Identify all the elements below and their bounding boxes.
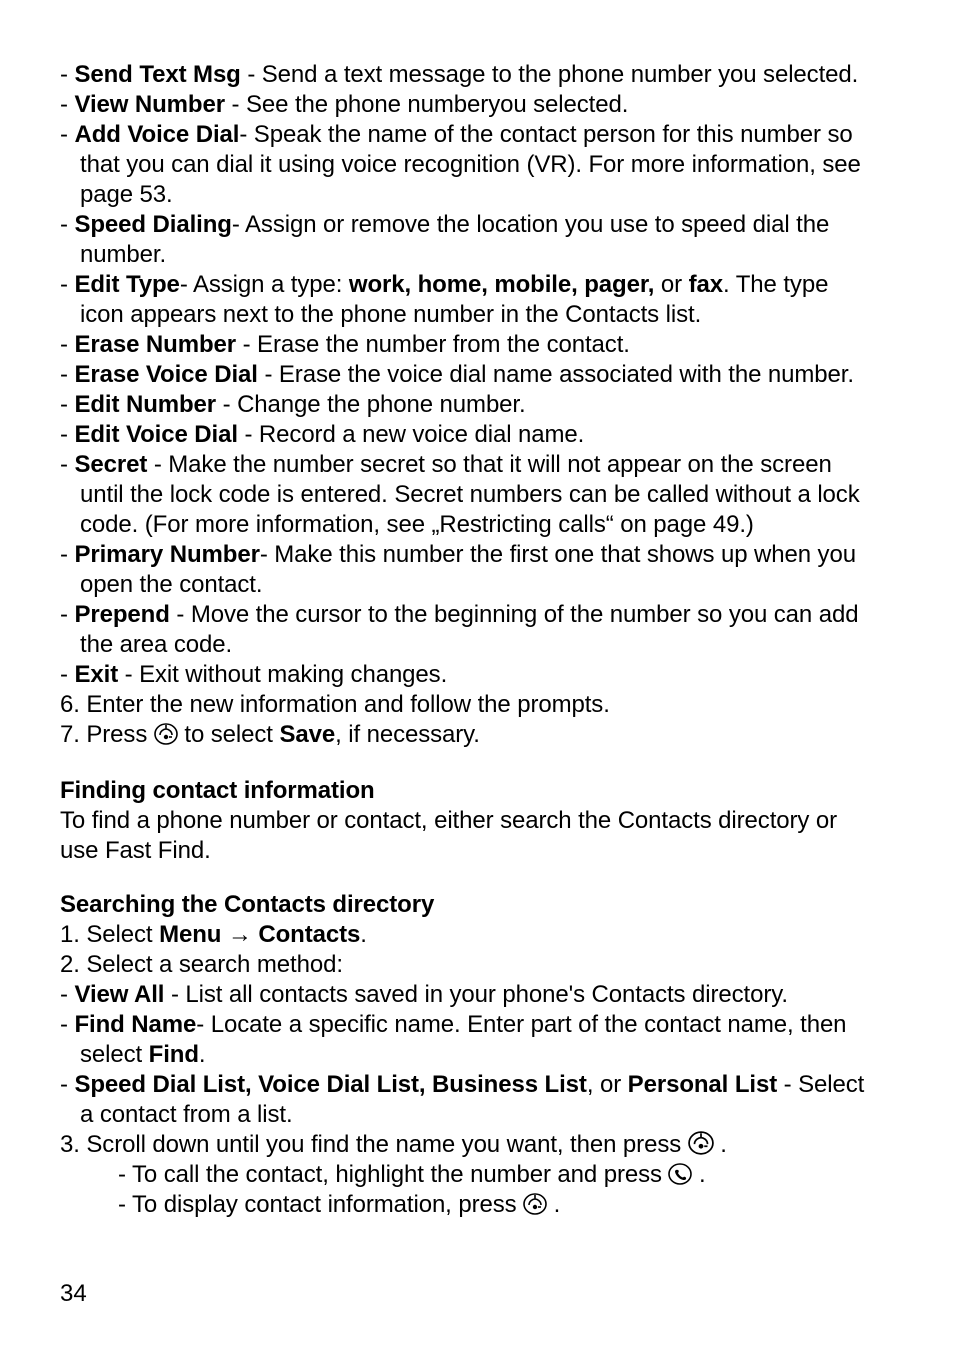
term: View All [74, 981, 164, 1008]
s1-menu: Menu [159, 921, 221, 948]
list-item-cont: until the lock code is entered. Secret n… [60, 480, 900, 510]
ok-select-icon [154, 722, 178, 746]
list-item-cont: a contact from a list. [60, 1100, 900, 1130]
term: Erase Voice Dial [74, 361, 257, 388]
s1-pre: 1. Select [60, 921, 159, 948]
ok-select-icon [523, 1192, 547, 1216]
step-7-pre: 7. Press [60, 721, 154, 748]
term: Speed Dial List, Voice Dial List, Busine… [74, 1071, 586, 1098]
term: Erase Number [74, 331, 236, 358]
list-item: - Erase Number - Erase the number from t… [60, 330, 900, 360]
term: View Number [74, 91, 225, 118]
term: Edit Type [74, 271, 179, 298]
list-item-cont: code. (For more information, see „Restri… [60, 510, 900, 540]
search-step-3a: - To call the contact, highlight the num… [60, 1160, 900, 1190]
list-item: - Speed Dialing- Assign or remove the lo… [60, 210, 900, 240]
search-method-list: - View All - List all contacts saved in … [60, 980, 900, 1130]
step-6: 6. Enter the new information and follow … [60, 690, 900, 720]
list-item-cont: icon appears next to the phone number in… [60, 300, 900, 330]
list-item-cont: open the contact. [60, 570, 900, 600]
s3a-pre: - To call the contact, highlight the num… [118, 1161, 668, 1188]
term-inline: Find [149, 1041, 199, 1068]
list-item-cont: select Find. [60, 1040, 900, 1070]
list-item: - View All - List all contacts saved in … [60, 980, 900, 1010]
s3a-post: . [692, 1161, 705, 1188]
s3b-pre: - To display contact information, press [118, 1191, 523, 1218]
term-inline: work, home, mobile, pager, [349, 271, 654, 298]
s1-arrow: → [221, 921, 258, 948]
list-item: - Primary Number- Make this number the f… [60, 540, 900, 570]
term: Send Text Msg [74, 61, 240, 88]
list-item: - Exit - Exit without making changes. [60, 660, 900, 690]
list-item: - Edit Type- Assign a type: work, home, … [60, 270, 900, 300]
finding-para-l1: To find a phone number or contact, eithe… [60, 806, 900, 836]
term: Find Name [74, 1011, 196, 1038]
search-step-1: 1. Select Menu → Contacts. [60, 920, 900, 950]
term: Primary Number [74, 541, 259, 568]
term: Add Voice Dial [74, 121, 239, 148]
term: Edit Number [74, 391, 216, 418]
finding-para-l2: use Fast Find. [60, 836, 900, 866]
term: Edit Voice Dial [74, 421, 237, 448]
heading-finding: Finding contact information [60, 776, 900, 806]
list-item: - Secret - Make the number secret so tha… [60, 450, 900, 480]
list-item: - Speed Dial List, Voice Dial List, Busi… [60, 1070, 900, 1100]
list-item-cont: number. [60, 240, 900, 270]
list-item-cont: page 53. [60, 180, 900, 210]
list-item: - Edit Voice Dial - Record a new voice d… [60, 420, 900, 450]
term: Exit [74, 661, 118, 688]
step-7-save: Save [279, 721, 335, 748]
s3-post: . [714, 1131, 727, 1158]
term: Secret [74, 451, 147, 478]
s3-pre: 3. Scroll down until you find the name y… [60, 1131, 688, 1158]
step-7: 7. Press to select Save, if necessary. [60, 720, 900, 750]
search-step-3b: - To display contact information, press … [60, 1190, 900, 1220]
list-item: - Prepend - Move the cursor to the begin… [60, 600, 900, 630]
search-step-3: 3. Scroll down until you find the name y… [60, 1130, 900, 1160]
options-list: - Send Text Msg - Send a text message to… [60, 60, 900, 690]
s1-post: . [360, 921, 367, 948]
s3b-post: . [547, 1191, 560, 1218]
term: Speed Dialing [74, 211, 231, 238]
list-item-cont: that you can dial it using voice recogni… [60, 150, 900, 180]
list-item: - Find Name- Locate a specific name. Ent… [60, 1010, 900, 1040]
ok-select-icon [688, 1130, 714, 1156]
list-item: - Send Text Msg - Send a text message to… [60, 60, 900, 90]
page-number: 34 [60, 1279, 87, 1309]
term: Prepend [74, 601, 169, 628]
list-item: - View Number - See the phone numberyou … [60, 90, 900, 120]
page-content: - Send Text Msg - Send a text message to… [60, 60, 900, 1220]
list-item: - Edit Number - Change the phone number. [60, 390, 900, 420]
s1-contacts: Contacts [258, 921, 360, 948]
search-step-2: 2. Select a search method: [60, 950, 900, 980]
heading-searching: Searching the Contacts directory [60, 890, 900, 920]
list-item: - Add Voice Dial- Speak the name of the … [60, 120, 900, 150]
step-7-mid: to select [178, 721, 280, 748]
call-icon [668, 1162, 692, 1186]
step-7-post: , if necessary. [335, 721, 480, 748]
term-inline: fax [689, 271, 723, 298]
term: Personal List [628, 1071, 777, 1098]
list-item-cont: the area code. [60, 630, 900, 660]
list-item: - Erase Voice Dial - Erase the voice dia… [60, 360, 900, 390]
